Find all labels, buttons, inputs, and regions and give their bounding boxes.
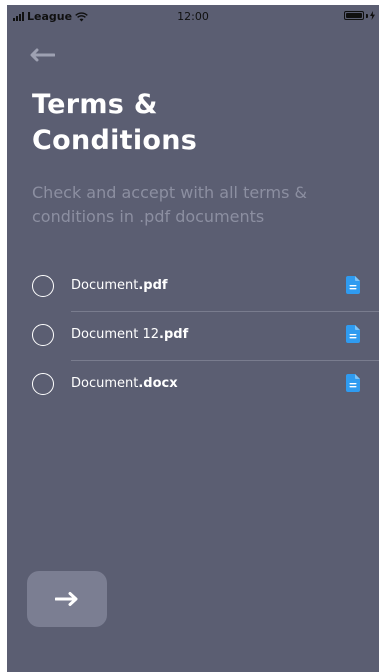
next-button[interactable] — [27, 571, 107, 627]
charging-icon — [370, 11, 375, 20]
document-basename: Document — [71, 278, 139, 293]
file-icon[interactable] — [346, 276, 360, 294]
document-list: Document.pdf Document 12.pdf Document.do… — [7, 263, 379, 410]
document-item[interactable]: Document.pdf — [7, 263, 379, 312]
document-extension: .docx — [138, 376, 178, 391]
document-name: Document.docx — [71, 376, 178, 392]
page-title-line-1: Terms & — [32, 89, 158, 120]
document-item[interactable]: Document.docx — [7, 361, 379, 410]
status-time: 12:00 — [177, 10, 209, 23]
back-button[interactable] — [29, 47, 59, 67]
page-subtitle: Check and accept with all terms & condit… — [32, 183, 307, 226]
battery-tip — [366, 13, 368, 18]
status-bar: League 12:00 — [7, 5, 379, 27]
battery-icon — [344, 11, 364, 20]
accept-radio[interactable] — [32, 275, 54, 297]
accept-radio[interactable] — [32, 324, 54, 346]
document-item[interactable]: Document 12.pdf — [7, 312, 379, 361]
document-extension: .pdf — [138, 278, 168, 293]
file-icon[interactable] — [346, 374, 360, 392]
document-basename: Document — [71, 376, 139, 391]
page-title: Terms & Conditions — [32, 87, 352, 159]
accept-radio[interactable] — [32, 373, 54, 395]
arrow-right-icon — [55, 592, 78, 606]
arrow-left-icon — [30, 48, 56, 62]
document-extension: .pdf — [159, 327, 189, 342]
document-name: Document 12.pdf — [71, 327, 188, 343]
file-icon[interactable] — [346, 325, 360, 343]
document-name: Document.pdf — [71, 278, 168, 294]
document-basename: Document 12 — [71, 327, 160, 342]
status-right — [344, 11, 375, 20]
terms-screen: League 12:00 Terms & Conditions Check an… — [7, 5, 379, 672]
page-title-line-2: Conditions — [32, 125, 198, 156]
